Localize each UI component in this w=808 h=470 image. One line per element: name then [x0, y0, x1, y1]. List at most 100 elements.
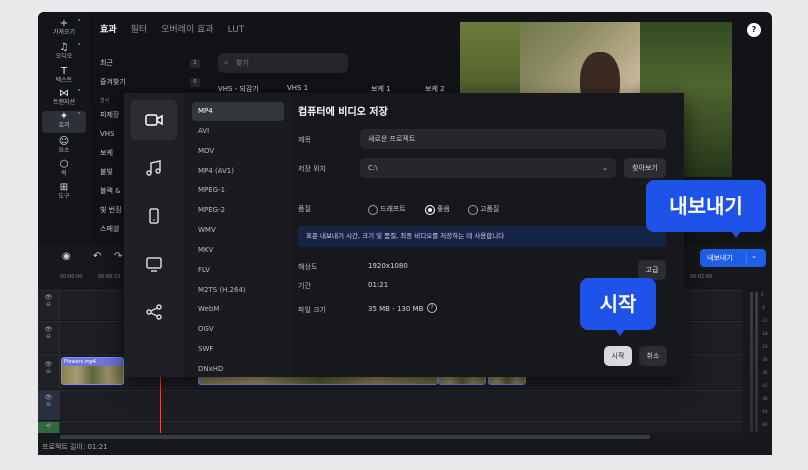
resolution-label: 해상도 — [298, 263, 318, 271]
toolbar-effects[interactable]: ✦ 효과 — [42, 111, 86, 133]
tab-overlay[interactable]: 오버레이 효과 — [161, 22, 214, 35]
destination-share[interactable] — [131, 292, 177, 332]
advanced-button[interactable]: 고급 — [638, 260, 666, 280]
meter-tick-label: -18 — [761, 331, 768, 336]
ruler-tick: 00:00:00 — [60, 274, 83, 280]
quality-high-radio[interactable]: 고품질 — [468, 204, 499, 215]
tab-lut[interactable]: LUT — [228, 25, 245, 35]
meter-tick-label: -6 — [761, 305, 765, 310]
timeline-track[interactable]: ◂) — [38, 421, 743, 433]
ruler-tick: 00:00:10 — [98, 274, 121, 280]
eye-icon[interactable]: 👁 — [38, 361, 59, 368]
format-item[interactable]: MPEG-2 — [192, 201, 284, 220]
eye-icon[interactable]: 👁 — [38, 326, 59, 333]
toolbar-audio[interactable]: ♫ 오디오 — [42, 42, 86, 64]
redo-icon[interactable]: ↷ — [114, 251, 122, 262]
text-icon: T — [60, 66, 68, 77]
format-item[interactable]: AVI — [192, 122, 284, 141]
toolbar-elements[interactable]: ☺ 요소 — [42, 136, 86, 158]
effects-tabs: 효과 필터 오버레이 효과 LUT — [100, 22, 258, 35]
filesize-value: 35 MB - 130 MB — [368, 305, 424, 313]
format-item[interactable]: FLV — [192, 261, 284, 280]
format-item[interactable]: SWF — [192, 340, 284, 359]
link-icon[interactable]: ⊖ — [38, 401, 59, 408]
music-icon — [146, 160, 161, 176]
eye-icon[interactable]: 👁 — [38, 294, 59, 301]
timeline-track[interactable]: 👁 ⊖ — [38, 390, 743, 420]
record-icon[interactable]: ◉ — [62, 251, 71, 262]
category-item[interactable]: 최근 2 — [100, 54, 200, 73]
format-item[interactable]: MPEG-1 — [192, 181, 284, 200]
share-icon — [146, 304, 162, 320]
track-controls: 👁 ⊖ — [38, 355, 60, 389]
export-dialog: MP4 AVI MOV MP4 (AV1) MPEG-1 MPEG-2 WMV … — [124, 93, 684, 377]
search-icon: ⌕ — [224, 58, 229, 67]
format-item[interactable]: M2TS (H.264) — [192, 281, 284, 300]
count-badge: 2 — [190, 59, 200, 68]
audio-meter: 0 -6 -12 -18 -24 -30 -36 -42 -48 -54 -60 — [744, 292, 770, 432]
tv-icon — [146, 257, 162, 272]
quality-draft-radio[interactable]: 드래프트 — [368, 204, 406, 215]
divider — [746, 252, 747, 264]
toolbar-stickers[interactable]: ⬡ 릭 — [42, 159, 86, 181]
toolbar-label: 오디오 — [55, 53, 73, 60]
link-icon[interactable]: ⊖ — [38, 333, 59, 340]
start-button[interactable]: 시작 — [604, 346, 632, 366]
destination-tv[interactable] — [131, 244, 177, 284]
format-item[interactable]: MP4 (AV1) — [192, 162, 284, 181]
export-callout: 내보내기 — [646, 180, 766, 238]
browse-button[interactable]: 찾아보기 — [624, 158, 666, 178]
toolbar-label: 텍스트 — [55, 77, 73, 84]
destination-audio[interactable] — [131, 148, 177, 188]
effect-item-label[interactable]: VHS 1 — [287, 84, 308, 92]
info-icon[interactable]: ? — [427, 303, 437, 313]
chevron-down-icon: ⌄ — [602, 164, 608, 172]
toolbar-transition[interactable]: ⋈ 트랜지션 — [42, 88, 86, 110]
toolbar-tools[interactable]: ⊞ 도구 — [42, 182, 86, 204]
format-item[interactable]: WebM — [192, 300, 284, 319]
meter-tick-label: -36 — [761, 370, 768, 375]
destination-computer[interactable] — [131, 100, 177, 140]
format-item[interactable]: MP4 — [192, 102, 284, 121]
meter-tick-label: -42 — [761, 383, 768, 388]
smiley-icon: ☺ — [58, 136, 70, 147]
toolbar-import[interactable]: + 가져오기 — [42, 18, 86, 40]
destination-device[interactable] — [131, 196, 177, 236]
eye-icon[interactable]: 👁 — [38, 394, 59, 401]
tab-filters[interactable]: 필터 — [131, 22, 148, 35]
count-badge: 0 — [190, 78, 200, 87]
toolbar-label: 도구 — [58, 193, 70, 200]
format-item[interactable]: MKV — [192, 241, 284, 260]
link-icon[interactable]: ⊖ — [38, 368, 59, 375]
format-list: MP4 AVI MOV MP4 (AV1) MPEG-1 MPEG-2 WMV … — [184, 93, 290, 377]
format-item[interactable]: OGV — [192, 320, 284, 339]
tab-effects[interactable]: 효과 — [100, 22, 117, 35]
quality-good-radio[interactable]: 좋음 — [425, 204, 450, 215]
help-icon[interactable]: ? — [747, 23, 761, 37]
toolbar-label: 트랜지션 — [52, 99, 76, 106]
export-button[interactable]: 내보내기 ⌄ — [700, 249, 766, 267]
category-item[interactable]: 즐겨찾기 0 — [100, 73, 200, 92]
meter-tick-label: 0 — [761, 292, 764, 297]
timeline-scrollbar[interactable] — [60, 435, 650, 439]
sticker-icon: ⬡ — [59, 159, 69, 170]
link-icon[interactable]: ⊖ — [38, 301, 59, 308]
search-placeholder: 찾기 — [236, 59, 249, 67]
meter-tick-label: -30 — [761, 357, 768, 362]
audio-icon[interactable]: ◂) — [38, 422, 59, 429]
video-icon — [145, 114, 163, 126]
audio-track-controls: ◂) — [38, 422, 60, 433]
format-item[interactable]: MOV — [192, 142, 284, 161]
location-select[interactable]: C:\ ⌄ — [360, 158, 616, 178]
chevron-down-icon[interactable]: ⌄ — [751, 247, 757, 265]
undo-icon[interactable]: ↶ — [93, 251, 101, 262]
effects-search-input[interactable]: ⌕ 찾기 — [218, 53, 348, 73]
toolbar-text[interactable]: T 텍스트 — [42, 66, 86, 88]
duration-value: 01:21 — [368, 281, 389, 289]
title-input[interactable]: 새로운 프로젝트 — [360, 129, 666, 149]
video-clip[interactable]: Flowers.mp4 — [61, 357, 124, 385]
ruler-tick: 00:01:50 — [690, 274, 713, 280]
cancel-button[interactable]: 취소 — [639, 346, 667, 366]
format-item[interactable]: DNxHD — [192, 360, 284, 377]
format-item[interactable]: WMV — [192, 221, 284, 240]
